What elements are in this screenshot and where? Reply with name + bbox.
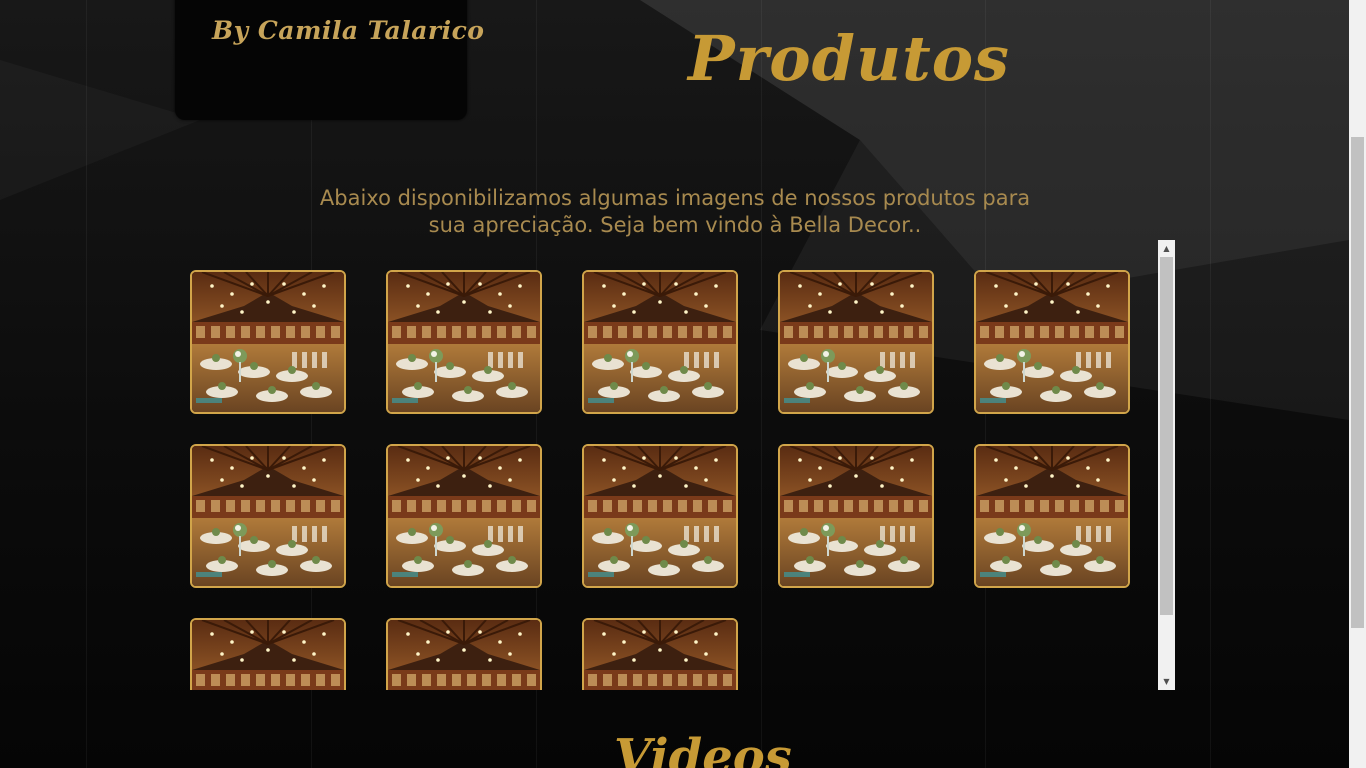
scroll-up-arrow-icon[interactable]: ▲ [1158,240,1175,257]
page-scrollbar[interactable] [1349,0,1366,768]
scroll-down-arrow-icon[interactable]: ▼ [1158,673,1175,690]
product-image[interactable] [778,270,934,414]
logo-text[interactable]: By Camila Talarico [212,16,484,45]
gallery-scroll-thumb[interactable] [1160,257,1173,615]
page-scroll-thumb[interactable] [1351,137,1364,628]
product-image[interactable] [190,444,346,588]
background-stripe [1210,0,1211,768]
product-image[interactable] [190,270,346,414]
product-image[interactable] [386,270,542,414]
gallery-scrollbar[interactable]: ▲ ▼ [1158,240,1175,690]
product-gallery[interactable] [175,240,1175,690]
product-image[interactable] [582,618,738,690]
product-image[interactable] [582,270,738,414]
product-image[interactable] [582,444,738,588]
section-title-videos: Videos [614,729,792,768]
product-image[interactable] [386,618,542,690]
background-stripe [86,0,87,768]
intro-text: Abaixo disponibilizamos algumas imagens … [319,186,1031,237]
page: By Camila Talarico Produtos Abaixo dispo… [0,0,1366,768]
product-image[interactable] [778,444,934,588]
product-image[interactable] [974,270,1130,414]
product-image[interactable] [190,618,346,690]
product-image[interactable] [386,444,542,588]
page-title: Produtos [688,22,1010,95]
product-image[interactable] [974,444,1130,588]
